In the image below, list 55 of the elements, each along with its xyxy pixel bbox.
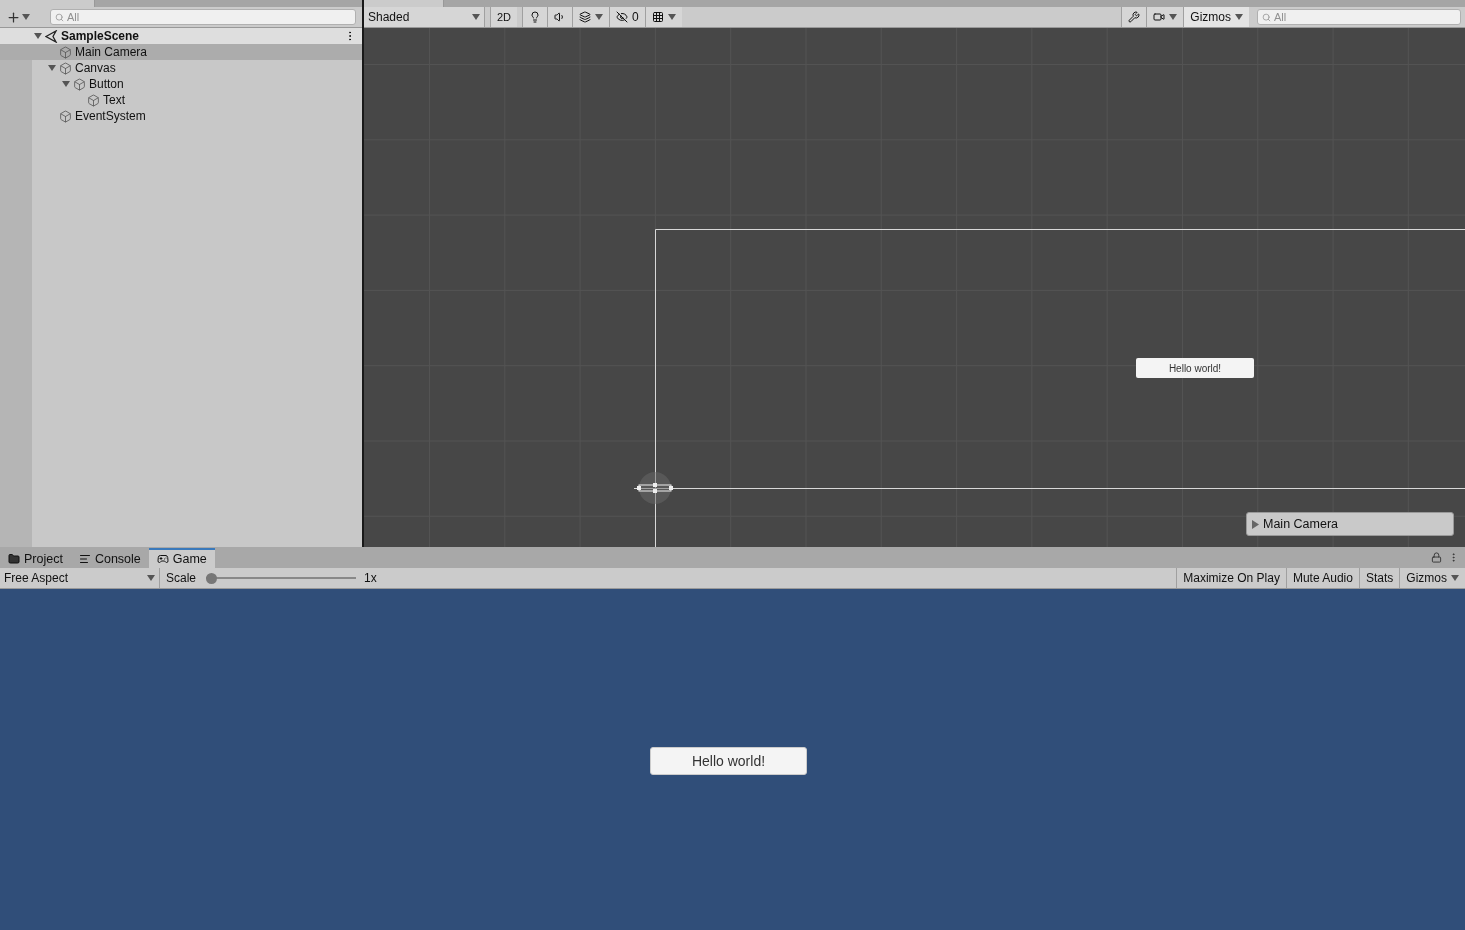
game-ui-button[interactable]: Hello world!: [650, 746, 807, 775]
gamepad-icon: [156, 553, 169, 565]
slider-thumb[interactable]: [206, 572, 218, 584]
expand-arrow-icon[interactable]: [34, 32, 42, 40]
hierarchy-item[interactable]: Text: [0, 92, 362, 108]
visibility-button[interactable]: 0: [609, 7, 645, 27]
caret-icon: [595, 14, 604, 20]
list-icon: [78, 553, 91, 565]
folder-icon: [8, 553, 20, 565]
caret-icon: [472, 14, 480, 20]
caret-icon: [1235, 14, 1243, 20]
camera-button[interactable]: [1146, 7, 1184, 27]
caret-icon: [667, 14, 676, 20]
caret-icon: [22, 14, 30, 20]
caret-icon: [1451, 575, 1459, 581]
search-icon: [1262, 12, 1271, 22]
camera-preview-header[interactable]: Main Camera: [1246, 512, 1454, 536]
audio-button[interactable]: [547, 7, 573, 27]
hierarchy-item[interactable]: EventSystem: [0, 108, 362, 124]
shading-dropdown[interactable]: Shaded: [364, 7, 485, 27]
panel-tab[interactable]: Game: [148, 548, 215, 568]
hierarchy-item[interactable]: Button: [0, 76, 362, 92]
cube-icon: [73, 77, 86, 91]
effects-button[interactable]: [572, 7, 610, 27]
video-camera-icon: [1153, 11, 1166, 23]
hierarchy-item[interactable]: Main Camera: [0, 44, 362, 60]
cube-icon: [59, 109, 72, 123]
grid-icon: [651, 11, 664, 23]
expand-arrow-icon: [1252, 519, 1259, 529]
caret-icon: [147, 575, 155, 581]
lighting-button[interactable]: [522, 7, 548, 27]
add-button[interactable]: [6, 9, 30, 25]
scale-label: Scale: [165, 571, 198, 585]
plus-icon: [6, 9, 21, 25]
move-handle-icon[interactable]: [636, 471, 674, 505]
panel-tab[interactable]: Project: [0, 548, 71, 568]
cube-icon: [59, 45, 72, 59]
scene-icon: [45, 29, 58, 43]
caret-icon: [1169, 14, 1178, 20]
panel-tab[interactable]: Console: [70, 548, 149, 568]
search-icon: [55, 12, 64, 22]
gizmos-button[interactable]: Gizmos: [1183, 7, 1249, 27]
lock-icon[interactable]: [1431, 552, 1442, 563]
mode-button[interactable]: 2D: [490, 7, 518, 27]
cube-icon: [59, 61, 72, 75]
cube-icon: [87, 93, 100, 107]
wrench-icon: [1128, 11, 1141, 23]
hierarchy-item[interactable]: SampleScene: [0, 28, 362, 44]
tools-button[interactable]: [1121, 7, 1147, 27]
hierarchy-item[interactable]: Canvas: [0, 60, 362, 76]
scale-value: 1x: [363, 571, 378, 585]
grid-button[interactable]: [644, 7, 682, 27]
layers-icon: [579, 11, 592, 23]
eye-off-icon: [616, 11, 629, 23]
lightbulb-icon: [529, 11, 542, 23]
